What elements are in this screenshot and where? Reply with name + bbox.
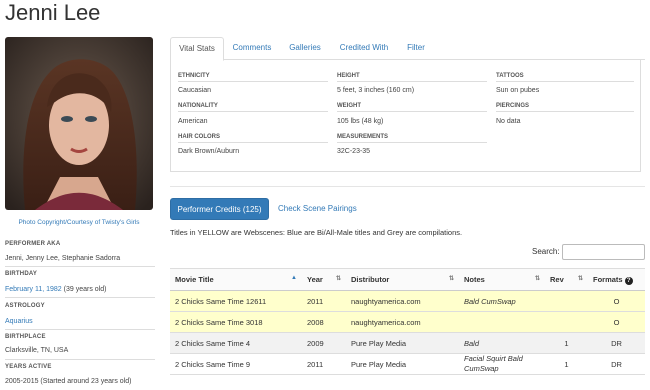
distributor-link[interactable]: naughtyamerica.com (346, 311, 459, 333)
performer-photo (5, 37, 153, 210)
years-active-label: YEARS ACTIVE (5, 364, 52, 370)
year-cell: 2008 (302, 311, 346, 333)
divider (337, 111, 487, 112)
table-row: 2 Chicks Same Time 3018 2008 naughtyamer… (170, 311, 645, 333)
tab-bar: Vital Stats Comments Galleries Credited … (170, 37, 645, 61)
rev-cell[interactable] (545, 290, 588, 312)
year-cell: 2011 (302, 290, 346, 312)
sort-asc-icon: ▲ (291, 275, 297, 281)
aka-label: PERFORMER AKA (5, 241, 61, 247)
notes-cell (459, 311, 545, 333)
tab-galleries[interactable]: Galleries (283, 37, 327, 59)
col-distributor[interactable]: Distributor ⇅ (346, 268, 459, 291)
weight-label: WEIGHT (337, 103, 361, 109)
help-icon[interactable]: ? (624, 276, 633, 285)
performer-credits-button[interactable]: Performer Credits (125) (170, 198, 269, 220)
formats-cell[interactable]: O (588, 311, 645, 333)
nationality-value: American (178, 118, 208, 125)
divider (337, 142, 487, 143)
height-label: HEIGHT (337, 73, 360, 79)
hair-value: Dark Brown/Auburn (178, 148, 240, 155)
birthplace-value: Clarksville, TN, USA (5, 347, 69, 354)
movie-title-link[interactable]: 2 Chicks Same Time 3018 (170, 311, 302, 333)
color-legend-text: Titles in YELLOW are Webscenes: Blue are… (170, 228, 463, 237)
years-active-value: 2005-2015 (Started around 23 years old) (5, 378, 132, 385)
hair-label: HAIR COLORS (178, 134, 220, 140)
divider (5, 266, 155, 267)
col-year[interactable]: Year ⇅ (302, 268, 346, 291)
weight-value: 105 lbs (48 kg) (337, 118, 384, 125)
col-rev[interactable]: Rev ⇅ (545, 268, 588, 291)
sort-icon: ⇅ (448, 276, 454, 282)
col-notes[interactable]: Notes ⇅ (459, 268, 545, 291)
divider (178, 81, 328, 82)
divider (5, 359, 155, 360)
rev-cell[interactable] (545, 311, 588, 333)
measurements-value: 32C-23-35 (337, 148, 371, 155)
tab-credited-with[interactable]: Credited With (334, 37, 394, 59)
piercings-label: PIERCINGS (496, 103, 530, 109)
distributor-link[interactable]: Pure Play Media (346, 332, 459, 354)
search-label: Search: (532, 247, 560, 256)
tab-filter[interactable]: Filter (400, 37, 432, 59)
table-row: 2 Chicks Same Time 4 2009 Pure Play Medi… (170, 332, 645, 354)
scene-pairings-link[interactable]: Check Scene Pairings (278, 198, 357, 220)
astrology-label: ASTROLOGY (5, 303, 45, 309)
year-cell: 2009 (302, 332, 346, 354)
birthday-date-link[interactable]: February 11, 1982 (5, 286, 62, 293)
table-row: 2 Chicks Same Time 12611 2011 naughtyame… (170, 290, 645, 312)
sort-icon: ⇅ (335, 276, 341, 282)
search-input[interactable] (562, 244, 645, 260)
tab-vital-stats[interactable]: Vital Stats (170, 37, 224, 61)
measurements-label: MEASUREMENTS (337, 134, 389, 140)
tab-comments[interactable]: Comments (228, 37, 276, 59)
astrology-link[interactable]: Aquarius (5, 318, 33, 325)
nationality-label: NATIONALITY (178, 103, 218, 109)
movie-title-link[interactable]: 2 Chicks Same Time 12611 (170, 290, 302, 312)
movie-title-link[interactable]: 2 Chicks Same Time 4 (170, 332, 302, 354)
piercings-value: No data (496, 118, 521, 125)
page-title: Jenni Lee (5, 0, 101, 25)
distributor-link[interactable]: naughtyamerica.com (346, 290, 459, 312)
ethnicity-value: Caucasian (178, 87, 212, 94)
table-row: 2 Chicks Same Time 9 2011 Pure Play Medi… (170, 353, 645, 375)
birthday-label: BIRTHDAY (5, 271, 38, 277)
tattoos-value: Sun on pubes (496, 87, 540, 94)
divider (178, 111, 328, 112)
sort-icon: ⇅ (577, 276, 583, 282)
col-formats[interactable]: Formats ? (588, 268, 645, 291)
vital-stats-panel: ETHNICITY Caucasian NATIONALITY American… (170, 60, 641, 172)
table-header-row: Movie Title ▲ Year ⇅ Distributor ⇅ Notes ⇅ R… (170, 268, 645, 291)
divider (496, 81, 634, 82)
birthday-age: (39 years old) (63, 286, 107, 293)
ethnicity-label: ETHNICITY (178, 73, 210, 79)
divider (5, 297, 155, 298)
birthplace-label: BIRTHPLACE (5, 334, 46, 340)
col-movie-title[interactable]: Movie Title ▲ (170, 268, 302, 291)
divider (337, 81, 487, 82)
notes-cell: Bald CumSwap (459, 290, 545, 312)
birthday-value: February 11, 1982 (39 years old) (5, 286, 106, 293)
section-divider (170, 186, 645, 187)
formats-cell[interactable]: DR (588, 332, 645, 354)
photo-credit-link[interactable]: Photo Copyright/Courtesy of Twisty's Gir… (5, 219, 153, 227)
formats-cell[interactable]: DR (588, 353, 645, 375)
distributor-link[interactable]: Pure Play Media (346, 353, 459, 375)
notes-cell: Bald (459, 332, 545, 354)
year-cell: 2011 (302, 353, 346, 375)
tattoos-label: TATTOOS (496, 73, 524, 79)
notes-cell: Facial Squirt Bald CumSwap (459, 353, 545, 375)
credits-table: Movie Title ▲ Year ⇅ Distributor ⇅ Notes ⇅ R… (170, 268, 645, 375)
sort-icon: ⇅ (534, 276, 540, 282)
rev-cell[interactable]: 1 (545, 332, 588, 354)
formats-cell[interactable]: O (588, 290, 645, 312)
aka-value: Jenni, Jenny Lee, Stephanie Sadorra (5, 255, 121, 262)
divider (5, 329, 155, 330)
height-value: 5 feet, 3 inches (160 cm) (337, 87, 415, 94)
divider (178, 142, 328, 143)
divider (496, 111, 634, 112)
movie-title-link[interactable]: 2 Chicks Same Time 9 (170, 353, 302, 375)
rev-cell[interactable]: 1 (545, 353, 588, 375)
